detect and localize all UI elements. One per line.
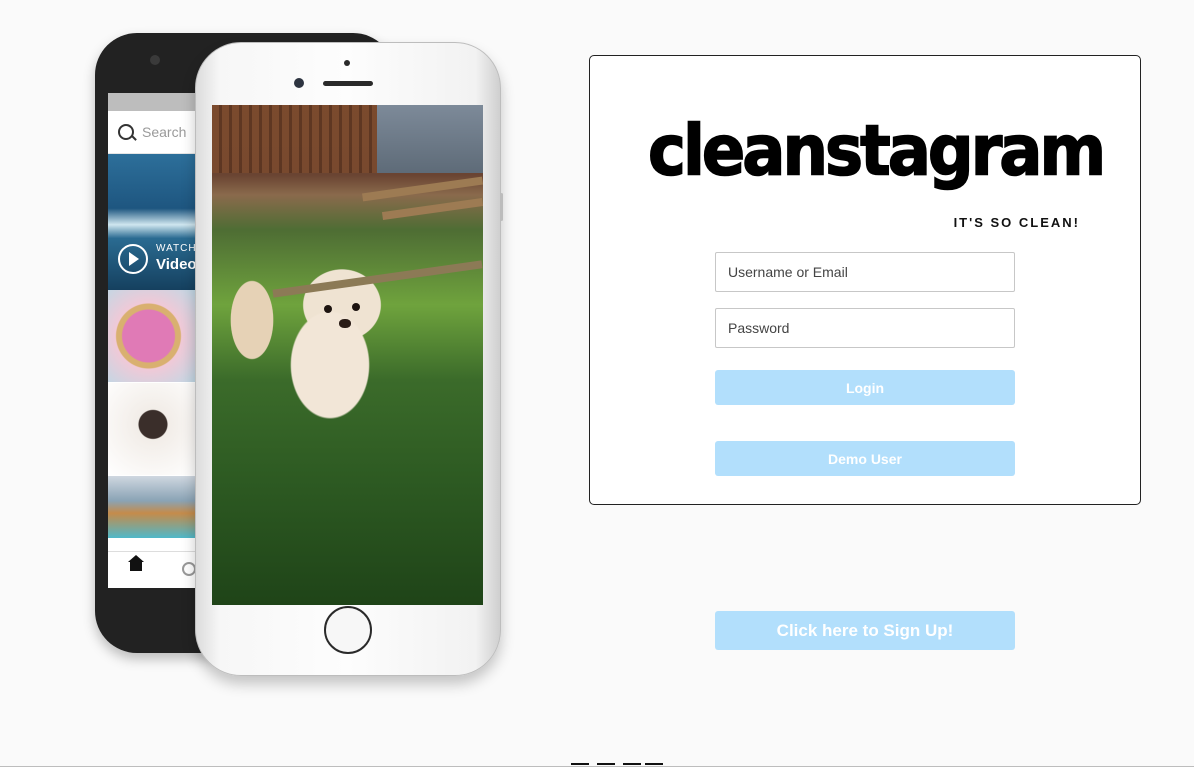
- deck-plank: [381, 198, 483, 220]
- brand-logo: cleanstagram: [647, 111, 1107, 193]
- camera-icon: [150, 55, 160, 65]
- speaker-grille: [323, 81, 373, 86]
- tagline: IT'S SO CLEAN!: [953, 215, 1080, 230]
- login-card: cleanstagram IT'S SO CLEAN! Login Demo U…: [589, 55, 1141, 505]
- demo-user-button[interactable]: Demo User: [715, 441, 1015, 476]
- front-phone: [195, 42, 503, 676]
- video-tile: WATCH Video: [108, 154, 198, 290]
- photo-tile: [108, 290, 198, 383]
- username-input[interactable]: [715, 252, 1015, 292]
- dog-eye: [352, 303, 360, 311]
- watch-label: WATCH: [156, 243, 197, 254]
- password-input[interactable]: [715, 308, 1015, 348]
- dog-eye: [324, 305, 332, 313]
- photo-tile: [108, 476, 198, 539]
- status-bar: [108, 93, 198, 111]
- dog-nose: [339, 319, 351, 328]
- login-button[interactable]: Login: [715, 370, 1015, 405]
- video-label: Video: [156, 256, 197, 273]
- footer-content-edge: [571, 763, 663, 767]
- back-phone-screen: Search WATCH Video: [108, 93, 198, 588]
- side-button: [500, 193, 503, 221]
- signup-button[interactable]: Click here to Sign Up!: [715, 611, 1015, 650]
- search-icon: [182, 562, 196, 576]
- garden-edging: [272, 260, 483, 298]
- page: Search WATCH Video cleanstagram IT'S SO …: [0, 0, 1194, 767]
- sensor-dot: [344, 60, 350, 66]
- phones-mockup-image: Search WATCH Video: [90, 30, 510, 690]
- photo-tile: [108, 383, 198, 476]
- phone-search-placeholder: Search: [142, 124, 187, 140]
- phone-search-bar: Search: [108, 111, 198, 154]
- search-icon: [118, 124, 134, 140]
- home-button: [324, 606, 372, 654]
- dog-photo: [212, 105, 483, 605]
- home-icon: [128, 555, 144, 576]
- play-icon: [118, 244, 148, 274]
- phone-tab-bar: [108, 551, 198, 588]
- house-siding: [377, 105, 483, 173]
- camera-icon: [294, 78, 304, 88]
- deck-plank: [362, 176, 483, 202]
